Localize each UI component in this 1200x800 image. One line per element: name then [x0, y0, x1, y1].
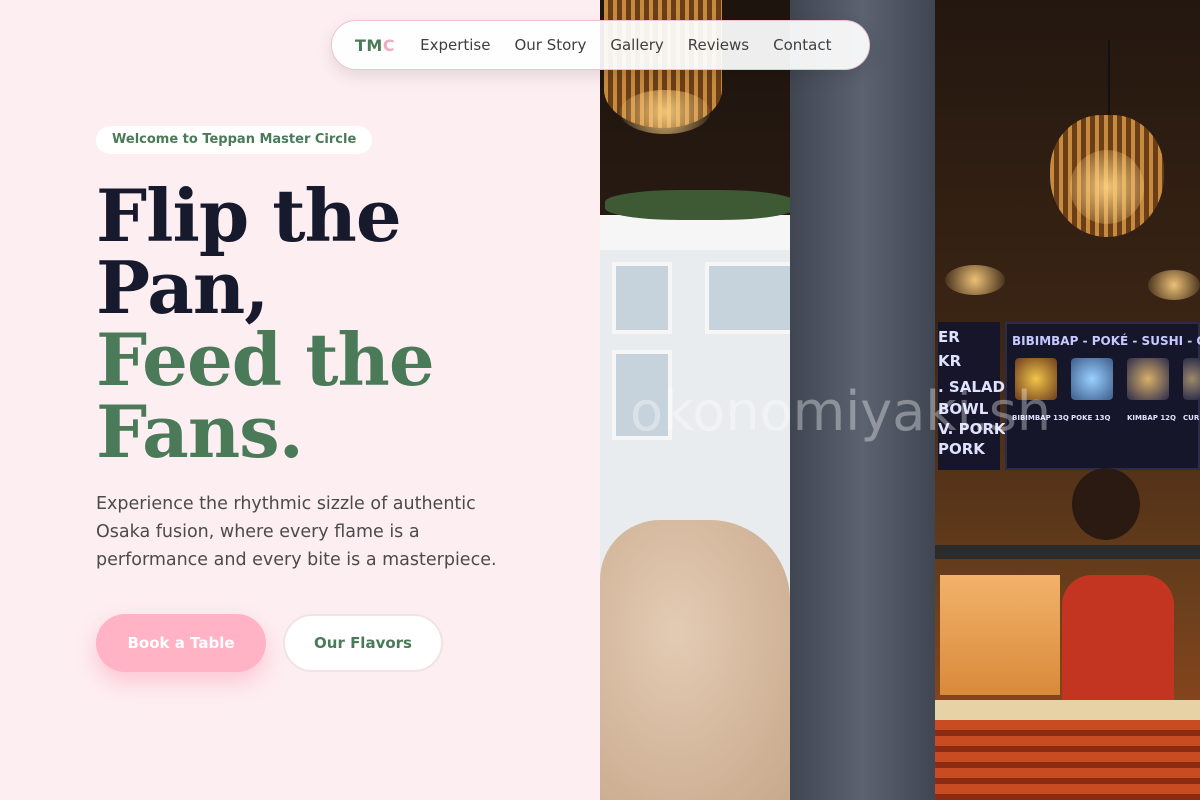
photo-window: [612, 262, 672, 334]
book-table-button[interactable]: Book a Table: [96, 614, 266, 672]
hero-description: Experience the rhythmic sizzle of authen…: [96, 494, 497, 570]
menu-dish-image: [1071, 358, 1113, 400]
photo-person: [600, 520, 790, 800]
lamp-wire: [1108, 40, 1110, 118]
nav-link-gallery[interactable]: Gallery: [610, 36, 663, 54]
hero-section: Welcome to Teppan Master Circle Flip the…: [0, 0, 600, 800]
lamp-glow: [945, 265, 1005, 295]
photo-chef-head: [1072, 468, 1140, 540]
menu-line: ER: [938, 328, 960, 346]
lamp-glow: [1070, 150, 1144, 224]
nav-link-our-story[interactable]: Our Story: [514, 36, 586, 54]
menu-dish-image: [1183, 358, 1200, 400]
hero-title-line-3: Feed the: [96, 317, 435, 402]
our-flavors-button[interactable]: Our Flavors: [283, 614, 443, 672]
site-logo[interactable]: TMC: [355, 36, 395, 55]
menu-dish-image: [1127, 358, 1169, 400]
photo-plants: [605, 190, 795, 220]
photo-watermark: okonomiyaki.sh: [630, 380, 1052, 443]
menu-item: KIMBAP 12Q: [1127, 414, 1177, 422]
menu-header: BIBIMBAP - POKÉ - SUSHI - CURRY: [1012, 334, 1200, 348]
hero-photo: ER KR . SALAD BOWL V. PORK PORK BIBIMBAP…: [600, 0, 1200, 800]
logo-accent: C: [382, 35, 396, 55]
photo-counter-top: [935, 700, 1200, 722]
lamp-glow: [1148, 270, 1200, 300]
menu-item: CUR: [1183, 414, 1200, 422]
hero-title-line-4: Fans.: [96, 389, 304, 474]
hero-title-line-1: Flip the: [96, 173, 402, 258]
nav-link-expertise[interactable]: Expertise: [420, 36, 490, 54]
menu-item: POKE 13Q: [1071, 414, 1111, 422]
welcome-badge: Welcome to Teppan Master Circle: [96, 126, 373, 154]
lamp-glow: [620, 90, 710, 134]
photo-shelf: [935, 545, 1200, 559]
nav-link-reviews[interactable]: Reviews: [688, 36, 749, 54]
photo-counter: [935, 720, 1200, 800]
menu-line: KR: [938, 352, 962, 370]
photo-window: [705, 262, 795, 334]
nav-link-contact[interactable]: Contact: [773, 36, 831, 54]
logo-main: TM: [355, 35, 383, 55]
photo-kitchen-light: [940, 575, 1060, 695]
photo-chef: [1062, 575, 1174, 700]
hero-heading: Flip the Pan, Feed the Fans.: [96, 173, 435, 474]
hero-title-line-2: Pan,: [96, 245, 269, 330]
photo-building-band: [600, 215, 800, 250]
top-navigation: TMC Expertise Our Story Gallery Reviews …: [331, 20, 870, 70]
